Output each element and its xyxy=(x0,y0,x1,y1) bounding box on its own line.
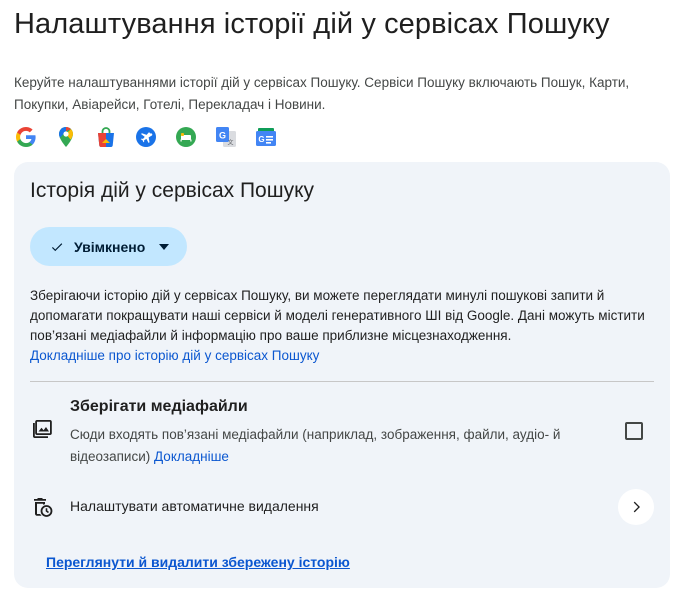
photo-library-icon xyxy=(33,420,52,438)
media-setting-title: Зберігати медіафайли xyxy=(70,398,248,415)
svg-text:G: G xyxy=(219,131,226,141)
svg-text:G: G xyxy=(258,135,264,144)
news-icon: G xyxy=(254,125,278,149)
status-label: Увімкнено xyxy=(74,238,146,255)
media-setting-description: Сюди входять пов’язані медіафайли (напри… xyxy=(70,424,600,468)
view-delete-history-link[interactable]: Переглянути й видалити збережену історію xyxy=(46,554,350,570)
chevron-right-icon xyxy=(633,501,640,513)
media-learn-more-link[interactable]: Докладніше xyxy=(154,449,229,464)
svg-text:文: 文 xyxy=(227,139,233,147)
media-description-text: Сюди входять пов’язані медіафайли (напри… xyxy=(70,427,561,464)
history-description: Зберігаючи історію дій у сервісах Пошуку… xyxy=(30,286,650,366)
maps-pin-icon xyxy=(54,125,78,149)
auto-delete-label: Налаштувати автоматичне видалення xyxy=(70,498,319,514)
caret-down-icon xyxy=(159,243,170,250)
google-g-icon xyxy=(14,125,38,149)
auto-delete-icon xyxy=(34,498,53,517)
learn-more-history-link[interactable]: Докладніше про історію дій у сервісах По… xyxy=(30,348,319,363)
translate-icon: G 文 xyxy=(214,125,238,149)
check-icon xyxy=(51,242,63,251)
hotels-icon xyxy=(174,125,198,149)
status-dropdown-button[interactable]: Увімкнено xyxy=(30,227,187,266)
flights-icon xyxy=(134,125,158,149)
search-history-card: Історія дій у сервісах Пошуку Увімкнено … xyxy=(14,162,670,588)
app-icons-row: G 文 G xyxy=(14,125,294,149)
page-title: Налаштування історії дій у сервісах Пошу… xyxy=(14,8,610,40)
save-media-checkbox[interactable] xyxy=(625,422,643,440)
history-description-text: Зберігаючи історію дій у сервісах Пошуку… xyxy=(30,288,645,343)
card-title: Історія дій у сервісах Пошуку xyxy=(30,179,315,202)
auto-delete-open-button[interactable] xyxy=(618,489,654,525)
divider xyxy=(30,381,654,382)
intro-text: Керуйте налаштуваннями історії дій у сер… xyxy=(14,75,630,112)
shopping-bag-icon xyxy=(94,125,118,149)
